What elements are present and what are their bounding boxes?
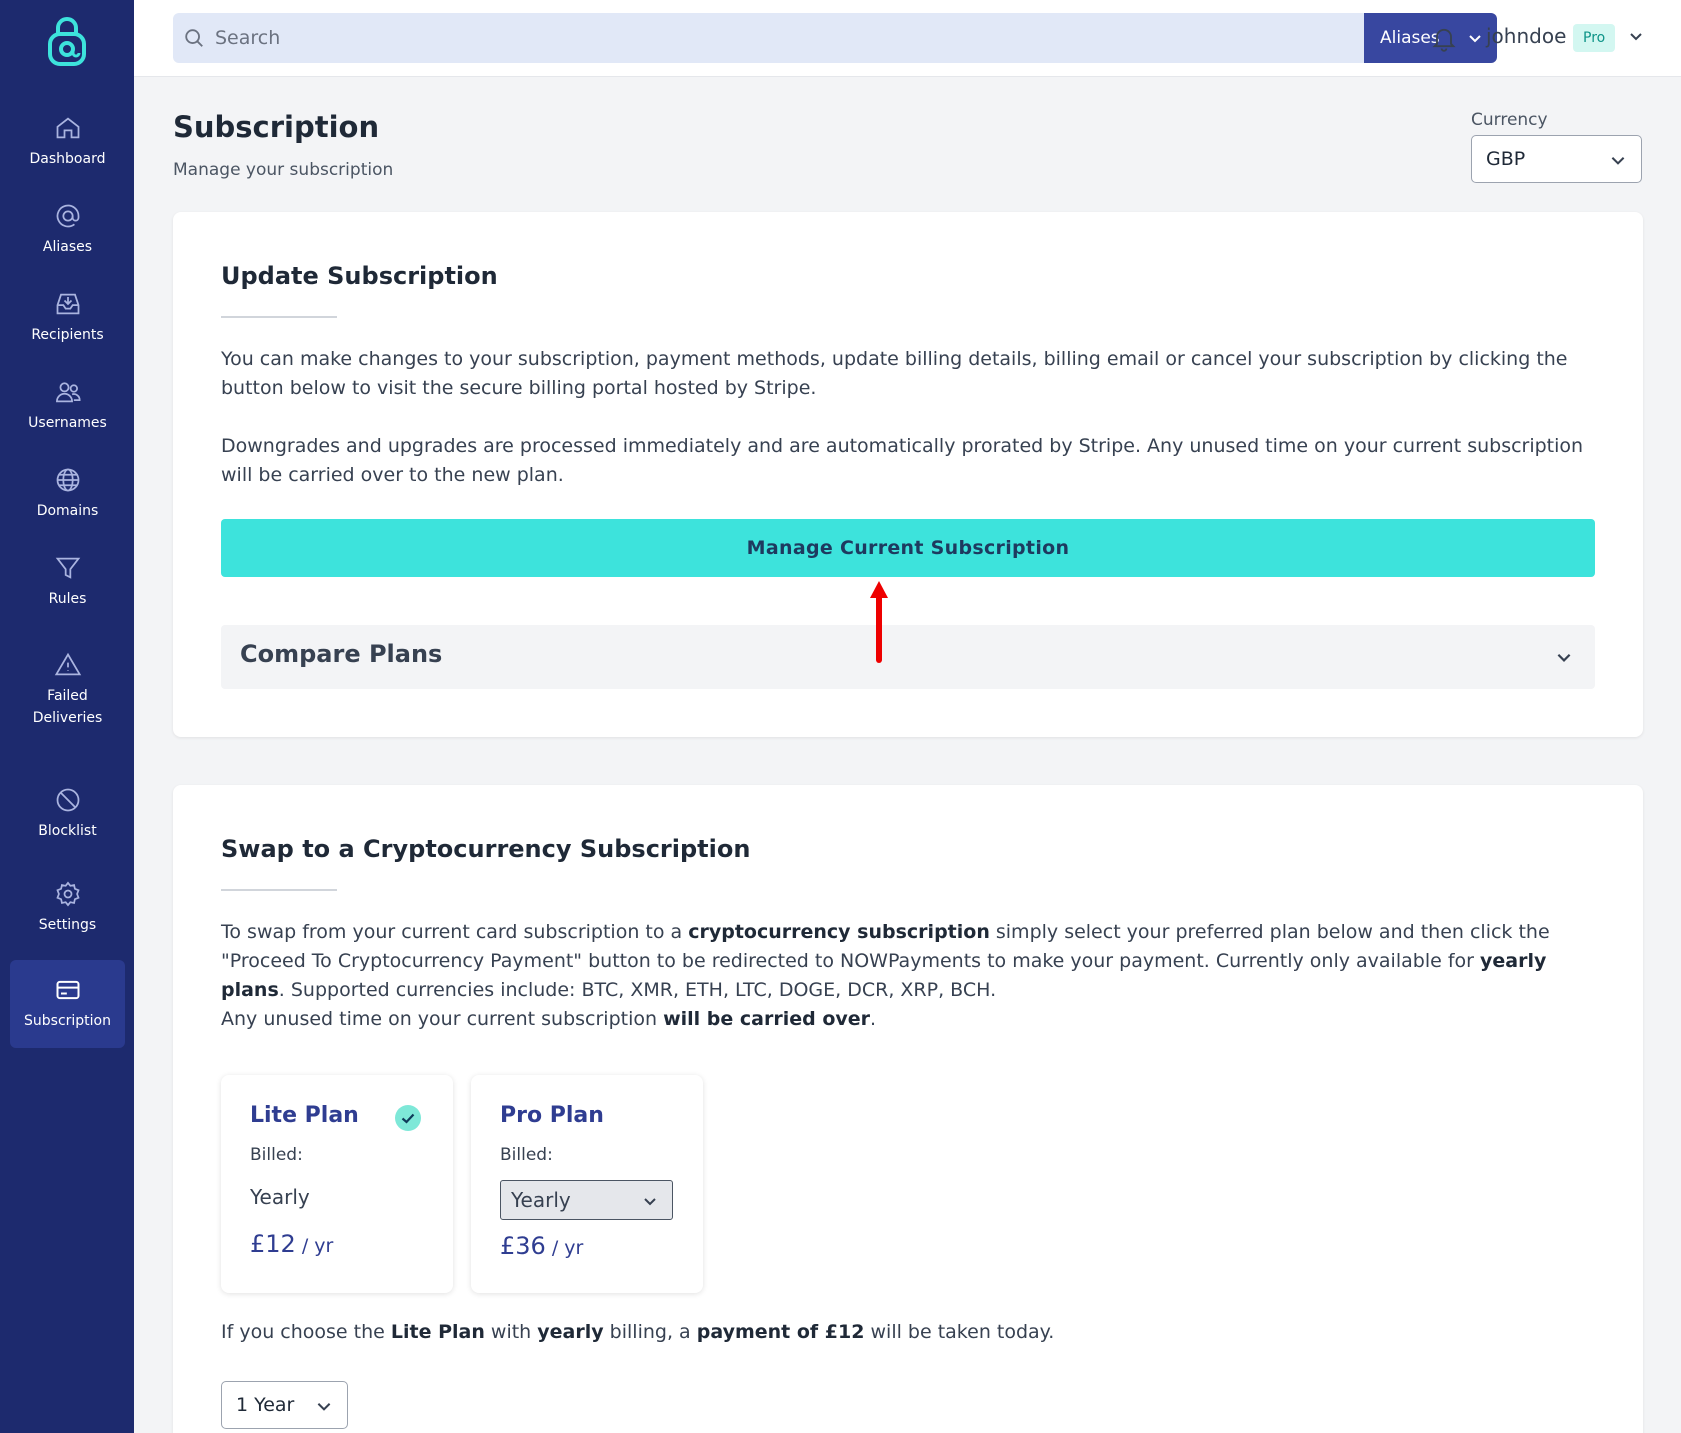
sidebar-item-settings[interactable]: Settings bbox=[10, 864, 125, 952]
sidebar-item-label: Domains bbox=[36, 503, 99, 519]
billed-label: Billed: bbox=[250, 1145, 303, 1165]
annotation-arrow-icon bbox=[870, 581, 888, 663]
description-text: Downgrades and upgrades are processed im… bbox=[221, 435, 1584, 486]
currency-value: GBP bbox=[1486, 148, 1526, 170]
compare-plans-accordion[interactable]: Compare Plans bbox=[221, 625, 1595, 689]
inbox-icon bbox=[56, 293, 79, 315]
compare-plans-label: Compare Plans bbox=[240, 640, 443, 668]
currency-label: Currency bbox=[1471, 110, 1548, 130]
crypto-subscription-card: Swap to a Cryptocurrency Subscription To… bbox=[173, 785, 1643, 1433]
manage-subscription-button[interactable]: Manage Current Subscription bbox=[221, 519, 1595, 577]
bell-icon[interactable] bbox=[1430, 24, 1458, 52]
description-text: Any unused time on your current subscrip… bbox=[221, 1008, 877, 1030]
chevron-down-icon bbox=[317, 1403, 331, 1411]
globe-icon bbox=[56, 468, 79, 492]
sidebar-item-dashboard[interactable]: Dashboard bbox=[10, 98, 125, 186]
sidebar-item-label: Aliases bbox=[42, 239, 93, 255]
top-bar: Aliases johndoe Pro bbox=[134, 0, 1681, 77]
sidebar-item-label: Settings bbox=[38, 917, 97, 933]
gear-icon bbox=[55, 881, 80, 907]
sidebar-item-aliases[interactable]: Aliases bbox=[10, 186, 125, 274]
billed-label: Billed: bbox=[500, 1145, 553, 1165]
billing-period-value: Yearly bbox=[511, 1188, 571, 1212]
filter-icon bbox=[55, 557, 80, 579]
billing-period-select[interactable]: Yearly bbox=[500, 1180, 673, 1220]
credit-card-icon bbox=[56, 980, 79, 1000]
sidebar-item-recipients[interactable]: Recipients bbox=[10, 274, 125, 362]
page-subtitle: Manage your subscription bbox=[173, 160, 394, 180]
plan-name: Pro Plan bbox=[500, 1103, 604, 1128]
chevron-down-icon bbox=[1557, 653, 1571, 662]
sidebar-item-label: Rules bbox=[48, 591, 87, 607]
warning-icon bbox=[54, 652, 81, 676]
app-logo-icon[interactable] bbox=[44, 16, 90, 70]
description-text: To swap from your current card subscript… bbox=[221, 921, 1550, 1001]
search-input[interactable] bbox=[215, 27, 1215, 49]
search-bar[interactable] bbox=[173, 13, 1403, 63]
description-text: You can make changes to your subscriptio… bbox=[221, 348, 1568, 399]
currency-select[interactable]: GBP bbox=[1471, 135, 1642, 183]
sidebar-item-label: Blocklist bbox=[38, 823, 97, 839]
sidebar-item-label: Usernames bbox=[28, 415, 107, 431]
chevron-down-icon[interactable] bbox=[1628, 28, 1644, 44]
years-select[interactable]: 1 Year bbox=[221, 1381, 348, 1429]
sidebar-item-rules[interactable]: Rules bbox=[10, 538, 125, 626]
plan-price: £12 / yr bbox=[250, 1230, 334, 1258]
sidebar-item-usernames[interactable]: Usernames bbox=[10, 362, 125, 450]
plan-name: Lite Plan bbox=[250, 1103, 359, 1128]
sidebar-item-blocklist[interactable]: Blocklist bbox=[10, 770, 125, 858]
update-subscription-card: Update Subscription You can make changes… bbox=[173, 212, 1643, 737]
sidebar-item-label: Failed Deliveries bbox=[32, 688, 103, 726]
sidebar-item-failed-deliveries[interactable]: Failed Deliveries bbox=[10, 630, 125, 750]
username[interactable]: johndoe bbox=[1486, 24, 1566, 48]
years-value: 1 Year bbox=[236, 1394, 295, 1416]
chevron-down-icon bbox=[644, 1198, 656, 1206]
plan-card-lite[interactable]: Lite Plan Billed: Yearly £12 / yr bbox=[221, 1075, 453, 1293]
card-title: Update Subscription bbox=[221, 262, 498, 290]
plan-badge: Pro bbox=[1573, 24, 1616, 52]
sidebar: Dashboard Aliases Recipients Usernames D… bbox=[0, 0, 134, 1433]
divider bbox=[221, 889, 337, 891]
sidebar-item-subscription[interactable]: Subscription bbox=[10, 960, 125, 1048]
ban-icon bbox=[56, 788, 79, 812]
at-icon bbox=[56, 204, 79, 228]
plan-price: £36 / yr bbox=[500, 1232, 584, 1260]
search-icon bbox=[185, 29, 203, 47]
sidebar-item-label: Subscription bbox=[24, 1013, 111, 1029]
page-title: Subscription bbox=[173, 110, 380, 144]
payment-summary-text: If you choose the Lite Plan with yearly … bbox=[221, 1321, 1055, 1343]
home-icon bbox=[56, 117, 79, 139]
check-circle-icon bbox=[395, 1105, 421, 1131]
card-title: Swap to a Cryptocurrency Subscription bbox=[221, 835, 751, 863]
chevron-down-icon bbox=[1611, 157, 1625, 165]
chevron-down-icon bbox=[1469, 35, 1481, 43]
sidebar-item-domains[interactable]: Domains bbox=[10, 450, 125, 538]
plan-card-pro[interactable]: Pro Plan Billed: Yearly £36 / yr bbox=[471, 1075, 703, 1293]
users-icon bbox=[55, 382, 81, 403]
sidebar-item-label: Recipients bbox=[31, 327, 104, 343]
sidebar-item-label: Dashboard bbox=[29, 151, 106, 167]
billing-period: Yearly bbox=[250, 1185, 310, 1209]
divider bbox=[221, 316, 337, 318]
